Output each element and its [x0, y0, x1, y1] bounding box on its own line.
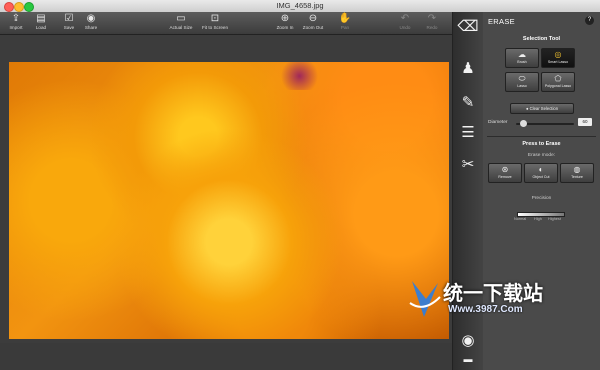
texture-icon: ◍ [573, 165, 581, 174]
panel-divider [487, 136, 596, 137]
smart-lasso-tool-button[interactable]: ◎ Smart Lasso [541, 48, 575, 68]
stamp-tool-icon[interactable]: ♟ [457, 58, 479, 80]
folder-icon: ▤ [36, 13, 46, 24]
actual-size-button[interactable]: ▭ Actual Size [166, 13, 196, 33]
photo[interactable] [9, 62, 449, 339]
eraser-tool-icon[interactable]: ⌫ [457, 16, 479, 38]
texture-mode-label: Texture [571, 175, 583, 179]
help-button[interactable]: ? [585, 16, 594, 25]
actual-size-icon: ▭ [176, 13, 186, 24]
zoom-in-icon: ⊕ [280, 13, 290, 24]
lasso-icon: ⬭ [518, 74, 526, 83]
redo-label: Redo [426, 25, 438, 30]
watermark-url: Www.3987.Com [448, 304, 523, 315]
redo-button[interactable]: ↷ Redo [417, 13, 447, 33]
undo-label: Undo [399, 25, 411, 30]
diameter-value-field[interactable]: 60 [578, 118, 592, 126]
watermark-logo-icon [409, 281, 441, 317]
erase-mode-label: Erase mode: [527, 153, 556, 158]
precision-highest-label: Highest [548, 217, 561, 221]
app-window: IMG_4658.jpg ⇪ Import ▤ Load ☑ Save ◉ Sh… [0, 0, 600, 370]
erase-panel: ERASE ? Selection Tool ☁ Brush ◎ Smart L… [483, 12, 600, 370]
load-label: Load [35, 25, 47, 30]
precision-label: Precision [531, 196, 552, 201]
share-label: Share [84, 25, 98, 30]
zoom-in-label: Zoom In [276, 25, 294, 30]
pan-label: Pan [340, 25, 350, 30]
hand-icon: ✋ [338, 13, 352, 24]
zoom-out-icon: ⊖ [308, 13, 318, 24]
photo-dark-accent [277, 62, 322, 90]
image-canvas[interactable] [0, 35, 452, 343]
remove-icon: ⊛ [501, 165, 509, 174]
panel-title: ERASE [488, 17, 515, 26]
brush-tool-label: Brush [517, 60, 527, 64]
pan-button[interactable]: ✋ Pan [330, 13, 360, 33]
window-title: IMG_4658.jpg [276, 1, 324, 10]
remove-mode-label: Remove [498, 175, 512, 179]
clear-selection-label: Clear Selection [529, 106, 559, 111]
polygonal-lasso-tool-button[interactable]: ⬠ Polygonal Lasso [541, 72, 575, 92]
smart-lasso-icon: ◎ [554, 50, 562, 59]
fit-to-screen-button[interactable]: ⊡ Fit to Screen [200, 13, 230, 33]
precision-high-label: High [534, 217, 542, 221]
clear-selection-button[interactable]: ● Clear Selection [510, 103, 574, 114]
undo-button[interactable]: ↶ Undo [390, 13, 420, 33]
undo-icon: ↶ [400, 13, 410, 24]
diameter-slider[interactable] [516, 120, 574, 127]
brush-tool-icon[interactable]: ✎ [457, 92, 479, 114]
lasso-tool-label: Lasso [517, 84, 527, 88]
texture-mode-button[interactable]: ◍ Texture [560, 163, 594, 183]
fit-screen-icon: ⊡ [210, 13, 220, 24]
precision-normal-label: Normal [514, 217, 527, 221]
redo-icon: ↷ [427, 13, 437, 24]
toolbar: ⇪ Import ▤ Load ☑ Save ◉ Share ▭ Actual … [0, 12, 452, 35]
watermark-text: 统一下载站 [443, 283, 543, 305]
share-icon: ◉ [86, 13, 96, 24]
press-to-erase-heading: Press to Erase [522, 141, 561, 147]
smart-lasso-tool-label: Smart Lasso [547, 60, 569, 64]
remove-mode-button[interactable]: ⊛ Remove [488, 163, 522, 183]
fit-to-screen-label: Fit to Screen [201, 25, 229, 30]
zoom-in-button[interactable]: ⊕ Zoom In [270, 13, 300, 33]
zoom-out-label: Zoom Out [302, 25, 324, 30]
brush-tool-button[interactable]: ☁ Brush [505, 48, 539, 68]
actual-size-label: Actual Size [169, 25, 193, 30]
share-button[interactable]: ◉ Share [76, 13, 106, 33]
zoom-out-button[interactable]: ⊖ Zoom Out [298, 13, 328, 33]
load-button[interactable]: ▤ Load [26, 13, 56, 33]
tool-strip: ⌫ ♟ ✎ ☰ ✂ ◉ ▬ [452, 12, 484, 370]
object-cut-icon: ◐ [538, 165, 544, 174]
polygonal-lasso-tool-label: Polygonal Lasso [544, 84, 572, 88]
diameter-slider-knob[interactable] [520, 120, 527, 127]
selection-tool-heading: Selection Tool [522, 36, 561, 42]
polygonal-lasso-icon: ⬠ [554, 74, 562, 83]
adjust-tool-icon[interactable]: ☰ [457, 122, 479, 144]
watermark: 统一下载站 Www.3987.Com [408, 277, 543, 326]
status-bar [0, 344, 452, 370]
crop-tool-icon[interactable]: ✂ [457, 154, 479, 176]
brush-icon: ☁ [518, 50, 526, 59]
object-cut-mode-button[interactable]: ◐ Object Cut [524, 163, 558, 183]
compare-icon[interactable]: ▬ [457, 348, 479, 370]
diameter-label: Diameter [488, 120, 508, 125]
lasso-tool-button[interactable]: ⬭ Lasso [505, 72, 539, 92]
object-cut-mode-label: Object Cut [532, 175, 550, 179]
